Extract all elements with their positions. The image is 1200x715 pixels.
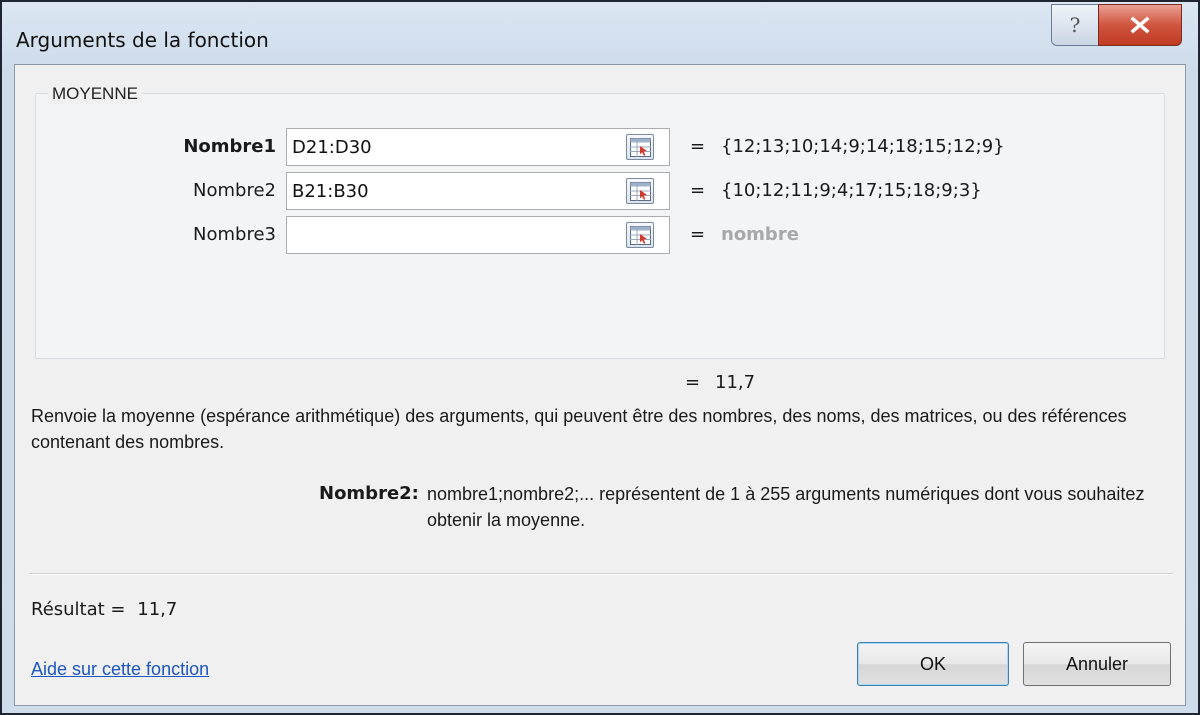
argument-help-text: nombre1;nombre2;... représentent de 1 à … — [427, 484, 1145, 530]
formula-result: Résultat = 11,7 — [31, 599, 177, 620]
range-select-icon — [630, 138, 651, 157]
argument-equals: = — [690, 224, 706, 245]
argument-row-nombre2: Nombre2 = {10;12;11;9;4;17;15;18;9;3} — [36, 172, 1164, 212]
total-equals: = — [685, 372, 701, 393]
dialog-body: MOYENNE Nombre1 = {12;13;10;14;9;14;18;1… — [14, 64, 1186, 706]
help-button[interactable]: ? — [1051, 4, 1099, 46]
range-select-button[interactable] — [626, 222, 654, 248]
nombre2-input[interactable] — [286, 172, 670, 210]
function-description: Renvoie la moyenne (espérance arithmétiq… — [31, 406, 1127, 452]
argument-row-nombre1: Nombre1 = {12;13;10;14;9;14;18;15;12;9} — [36, 128, 1164, 168]
argument-label: Nombre1 — [183, 136, 276, 157]
dialog-title: Arguments de la fonction — [16, 28, 269, 52]
argument-equals: = — [690, 136, 706, 157]
help-icon: ? — [1069, 13, 1081, 37]
function-name: MOYENNE — [48, 84, 142, 104]
argument-help-name: Nombre2: — [319, 483, 419, 504]
range-select-icon — [630, 182, 651, 201]
function-arguments-group: MOYENNE Nombre1 = {12;13;10;14;9;14;18;1… — [35, 84, 1165, 359]
argument-result: {12;13;10;14;9;14;18;15;12;9} — [721, 136, 1005, 157]
range-select-icon — [630, 226, 651, 245]
nombre3-input[interactable] — [286, 216, 670, 254]
argument-result: nombre — [721, 224, 799, 245]
close-icon — [1130, 16, 1150, 34]
argument-row-nombre3: Nombre3 = nombre — [36, 216, 1164, 256]
range-select-button[interactable] — [626, 178, 654, 204]
range-select-button[interactable] — [626, 134, 654, 160]
dialog-window: Arguments de la fonction ? MOYENNE Nombr… — [0, 0, 1200, 715]
argument-result: {10;12;11;9;4;17;15;18;9;3} — [721, 180, 982, 201]
cancel-button[interactable]: Annuler — [1023, 642, 1171, 686]
result-label: Résultat = — [31, 599, 126, 620]
result-value: 11,7 — [137, 599, 178, 620]
argument-equals: = — [690, 180, 706, 201]
close-button[interactable] — [1098, 4, 1182, 46]
function-help-link[interactable]: Aide sur cette fonction — [31, 659, 209, 680]
total-result: 11,7 — [715, 372, 756, 393]
nombre1-input[interactable] — [286, 128, 670, 166]
title-bar[interactable]: Arguments de la fonction ? — [2, 2, 1198, 64]
argument-label: Nombre3 — [193, 224, 276, 245]
ok-button[interactable]: OK — [857, 642, 1009, 686]
divider — [29, 573, 1173, 575]
argument-label: Nombre2 — [193, 180, 276, 201]
